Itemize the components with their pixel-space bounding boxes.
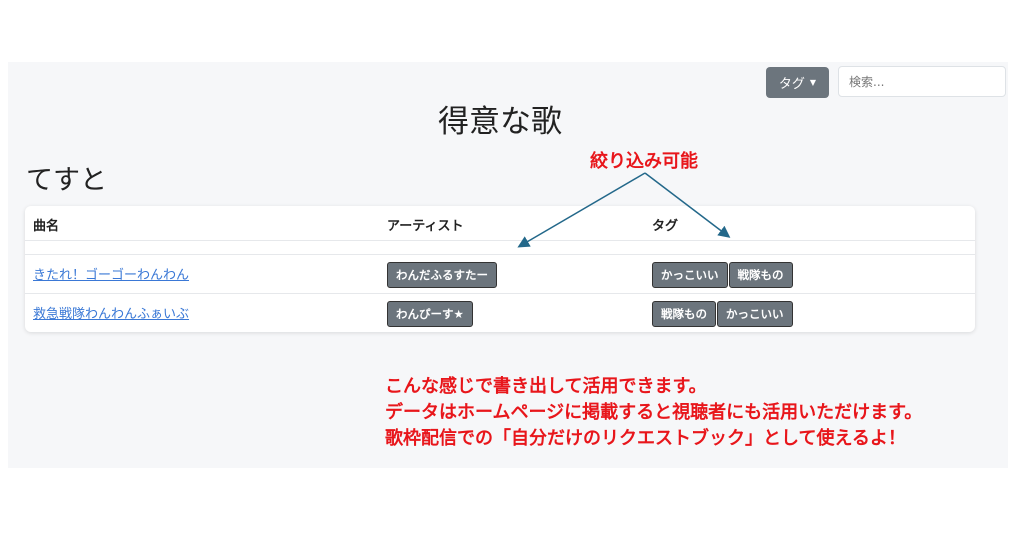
annotation-line: こんな感じで書き出して活用できます。	[385, 376, 707, 397]
filter-note: 絞り込み可能	[590, 151, 698, 172]
arrow-to-tag	[644, 172, 731, 238]
arrow-to-artist	[517, 172, 646, 248]
annotation-arrows	[517, 172, 731, 248]
annotation-line: データはホームページに掲載すると視聴者にも活用いただけます。	[385, 402, 923, 423]
annotation-line: 歌枠配信での「自分だけのリクエストブック」として使えるよ！	[385, 428, 906, 449]
